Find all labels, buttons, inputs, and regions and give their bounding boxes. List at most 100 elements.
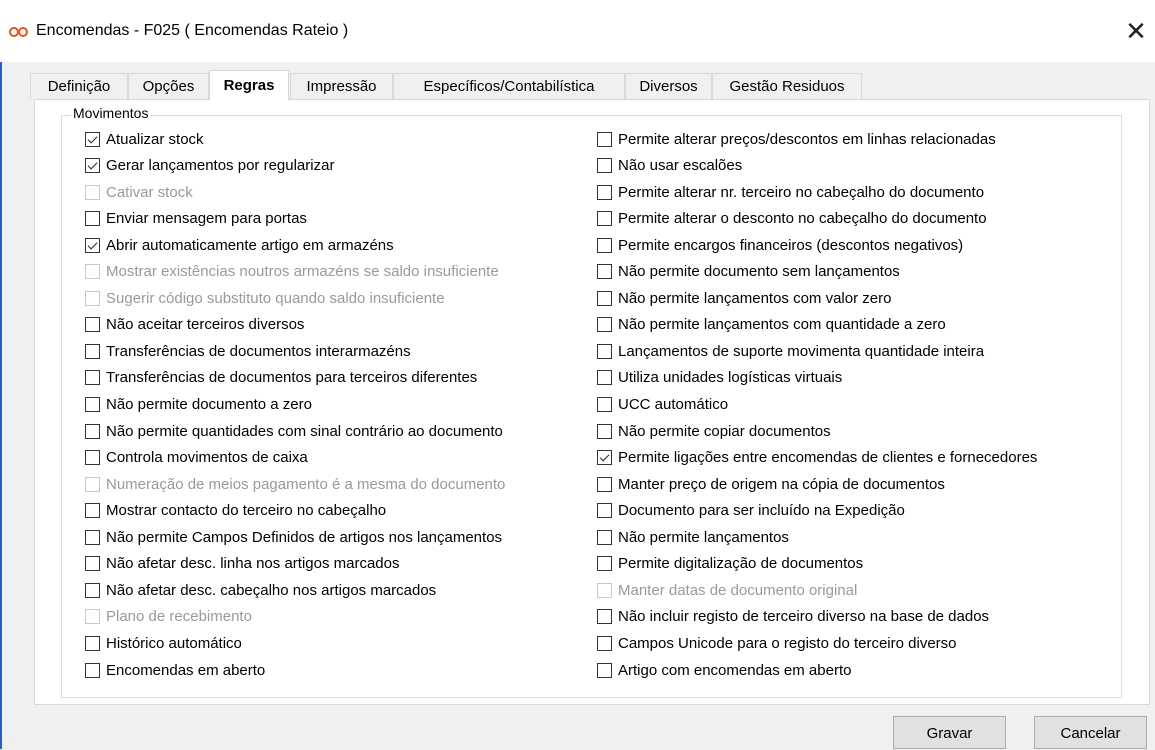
checkbox-label: UCC automático xyxy=(618,396,729,413)
tab-diversos[interactable]: Diversos xyxy=(625,73,712,99)
checkbox-nao-usar-escaloes[interactable]: Não usar escalões xyxy=(597,156,742,176)
cancel-button[interactable]: Cancelar xyxy=(1034,716,1147,749)
checkbox-nao-permite-lancamentos-com-valor-zero[interactable]: Não permite lançamentos com valor zero xyxy=(597,288,891,308)
checkbox-permite-alterar-precos-descontos-em-linhas-relacionadas[interactable]: Permite alterar preços/descontos em linh… xyxy=(597,129,996,149)
checkbox-controla-movimentos-de-caixa[interactable]: Controla movimentos de caixa xyxy=(85,448,308,468)
window-title: Encomendas - F025 ( Encomendas Rateio ) xyxy=(36,22,349,39)
checkbox-nao-afetar-desc-linha-nos-artigos-marcados[interactable]: Não afetar desc. linha nos artigos marca… xyxy=(85,554,400,574)
checkbox-unchecked-icon[interactable] xyxy=(85,450,100,466)
checkbox-utiliza-unidades-logisticas-virtuais[interactable]: Utiliza unidades logísticas virtuais xyxy=(597,368,842,388)
checkbox-sugerir-codigo-substituto-quando-saldo-insuficiente: Sugerir código substituto quando saldo i… xyxy=(85,288,445,308)
checkbox-permite-encargos-financeiros-descontos-negativos[interactable]: Permite encargos financeiros (descontos … xyxy=(597,235,963,255)
checkbox-unchecked-icon xyxy=(85,609,100,625)
checkbox-unchecked-icon[interactable] xyxy=(85,635,100,651)
checkbox-unchecked-icon xyxy=(85,290,100,306)
checkbox-nao-aceitar-terceiros-diversos[interactable]: Não aceitar terceiros diversos xyxy=(85,315,304,335)
checkbox-gerar-lancamentos-por-regularizar[interactable]: Gerar lançamentos por regularizar xyxy=(85,156,334,176)
checkbox-encomendas-em-aberto[interactable]: Encomendas em aberto xyxy=(85,660,265,680)
checkbox-nao-permite-quantidades-com-sinal-contrario-ao-documento[interactable]: Não permite quantidades com sinal contrá… xyxy=(85,421,503,441)
checkbox-mostrar-contacto-do-terceiro-no-cabecalho[interactable]: Mostrar contacto do terceiro no cabeçalh… xyxy=(85,501,386,521)
checkbox-unchecked-icon[interactable] xyxy=(85,317,100,333)
checkbox-unchecked-icon[interactable] xyxy=(597,264,612,280)
checkbox-nao-incluir-registo-de-terceiro-diverso-na-base-de-dados[interactable]: Não incluir registo de terceiro diverso … xyxy=(597,607,989,627)
checkbox-label: Artigo com encomendas em aberto xyxy=(618,661,852,679)
checkbox-unchecked-icon[interactable] xyxy=(85,423,100,439)
checkbox-unchecked-icon[interactable] xyxy=(597,397,612,412)
checkbox-transferencias-de-documentos-interarmazens[interactable]: Transferências de documentos interarmazé… xyxy=(85,341,411,361)
tab-especificos-contabilistica[interactable]: Específicos/Contabilística xyxy=(393,73,625,99)
checkbox-numeracao-de-meios-pagamento-e-a-mesma-do-documento: Numeração de meios pagamento é a mesma d… xyxy=(85,474,505,494)
checkbox-unchecked-icon[interactable] xyxy=(597,635,612,651)
checkbox-unchecked-icon[interactable] xyxy=(597,370,612,386)
checkbox-nao-permite-lancamentos[interactable]: Não permite lançamentos xyxy=(597,527,789,547)
checkbox-unchecked-icon[interactable] xyxy=(85,211,100,227)
checkbox-nao-permite-documento-a-zero[interactable]: Não permite documento a zero xyxy=(85,395,312,415)
checkbox-historico-automatico[interactable]: Histórico automático xyxy=(85,633,242,653)
checkbox-unchecked-icon[interactable] xyxy=(85,503,100,519)
checkbox-nao-permite-campos-definidos-de-artigos-nos-lancamentos[interactable]: Não permite Campos Definidos de artigos … xyxy=(85,527,502,547)
checkbox-unchecked-icon xyxy=(85,264,100,280)
checkbox-nao-permite-documento-sem-lancamentos[interactable]: Não permite documento sem lançamentos xyxy=(597,262,900,282)
checkbox-permite-alterar-o-desconto-no-cabecalho-do-documento[interactable]: Permite alterar o desconto no cabeçalho … xyxy=(597,209,987,229)
checkbox-enviar-mensagem-para-portas[interactable]: Enviar mensagem para portas xyxy=(85,209,307,229)
checkbox-transferencias-de-documentos-para-terceiros-diferentes[interactable]: Transferências de documentos para tercei… xyxy=(85,368,477,388)
checkbox-artigo-com-encomendas-em-aberto[interactable]: Artigo com encomendas em aberto xyxy=(597,660,851,680)
checkbox-label: Permite encargos financeiros (descontos … xyxy=(618,236,964,254)
tab-impressao[interactable]: Impressão xyxy=(290,73,393,99)
checkbox-nao-afetar-desc-cabecalho-nos-artigos-marcados[interactable]: Não afetar desc. cabeçalho nos artigos m… xyxy=(85,580,436,600)
tab-regras[interactable]: Regras xyxy=(209,70,289,101)
checkbox-lancamentos-de-suporte-movimenta-quantidade-inteira[interactable]: Lançamentos de suporte movimenta quantid… xyxy=(597,341,984,361)
checkbox-cativar-stock: Cativar stock xyxy=(85,182,193,202)
title-bar: Encomendas - F025 ( Encomendas Rateio ) … xyxy=(0,0,1155,62)
checkbox-unchecked-icon[interactable] xyxy=(597,184,612,200)
checkbox-unchecked-icon[interactable] xyxy=(85,529,100,545)
checkbox-ucc-automatico[interactable]: UCC automático xyxy=(597,395,728,415)
checkbox-unchecked-icon[interactable] xyxy=(597,343,612,359)
checkbox-checked-icon[interactable] xyxy=(85,158,100,174)
checkbox-checked-icon[interactable] xyxy=(85,237,100,253)
checkbox-unchecked-icon[interactable] xyxy=(597,131,612,147)
checkbox-unchecked-icon[interactable] xyxy=(85,556,100,572)
checkbox-atualizar-stock[interactable]: Atualizar stock xyxy=(85,129,204,149)
save-button[interactable]: Gravar xyxy=(893,716,1006,749)
close-icon[interactable]: ✕ xyxy=(1118,14,1154,50)
checkbox-unchecked-icon[interactable] xyxy=(597,211,612,227)
checkbox-unchecked-icon[interactable] xyxy=(85,370,100,386)
checkbox-checked-icon[interactable] xyxy=(597,450,612,466)
checkbox-checked-icon[interactable] xyxy=(85,131,100,147)
checkbox-unchecked-icon[interactable] xyxy=(85,662,100,678)
checkbox-documento-para-ser-incluido-na-expedicao[interactable]: Documento para ser incluído na Expedição xyxy=(597,501,905,521)
checkbox-abrir-automaticamente-artigo-em-armazens[interactable]: Abrir automaticamente artigo em armazéns xyxy=(85,235,394,255)
checkbox-permite-digitalizacao-de-documentos[interactable]: Permite digitalização de documentos xyxy=(597,554,863,574)
checkbox-unchecked-icon[interactable] xyxy=(85,397,100,412)
checkbox-unchecked-icon[interactable] xyxy=(597,237,612,253)
checkbox-unchecked-icon xyxy=(85,476,100,492)
checkbox-label: Permite digitalização de documentos xyxy=(618,555,864,573)
checkbox-unchecked-icon[interactable] xyxy=(85,582,100,598)
checkbox-label: Numeração de meios pagamento é a mesma d… xyxy=(106,475,506,493)
checkbox-unchecked-icon[interactable] xyxy=(85,343,100,359)
checkbox-unchecked-icon[interactable] xyxy=(597,158,612,174)
checkbox-unchecked-icon[interactable] xyxy=(597,423,612,439)
checkbox-permite-ligacoes-entre-encomendas-de-clientes-e-fornecedores[interactable]: Permite ligações entre encomendas de cli… xyxy=(597,448,1037,468)
checkbox-permite-alterar-nr-terceiro-no-cabecalho-do-documento[interactable]: Permite alterar nr. terceiro no cabeçalh… xyxy=(597,182,984,202)
checkbox-unchecked-icon[interactable] xyxy=(597,556,612,572)
checkbox-unchecked-icon[interactable] xyxy=(597,317,612,333)
checkbox-unchecked-icon[interactable] xyxy=(597,662,612,678)
checkbox-unchecked-icon[interactable] xyxy=(597,529,612,545)
checkbox-nao-permite-lancamentos-com-quantidade-a-zero[interactable]: Não permite lançamentos com quantidade a… xyxy=(597,315,946,335)
checkbox-manter-preco-de-origem-na-copia-de-documentos[interactable]: Manter preço de origem na cópia de docum… xyxy=(597,474,945,494)
checkbox-label: Mostrar existências noutros armazéns se … xyxy=(106,263,499,281)
checkbox-campos-unicode-para-o-registo-do-terceiro-diverso[interactable]: Campos Unicode para o registo do terceir… xyxy=(597,633,957,653)
checkbox-unchecked-icon[interactable] xyxy=(597,290,612,306)
checkbox-label: Não aceitar terceiros diversos xyxy=(106,316,305,334)
checkbox-unchecked-icon[interactable] xyxy=(597,609,612,625)
checkbox-unchecked-icon[interactable] xyxy=(597,503,612,519)
tab-opcoes[interactable]: Opções xyxy=(128,73,209,99)
tab-gestao-residuos[interactable]: Gestão Residuos xyxy=(712,73,862,99)
tab-definicao[interactable]: Definição xyxy=(30,73,128,99)
checkbox-label: Plano de recebimento xyxy=(106,608,252,626)
checkbox-unchecked-icon[interactable] xyxy=(597,476,612,492)
checkbox-nao-permite-copiar-documentos[interactable]: Não permite copiar documentos xyxy=(597,421,831,441)
checkbox-label: Gerar lançamentos por regularizar xyxy=(106,157,335,175)
